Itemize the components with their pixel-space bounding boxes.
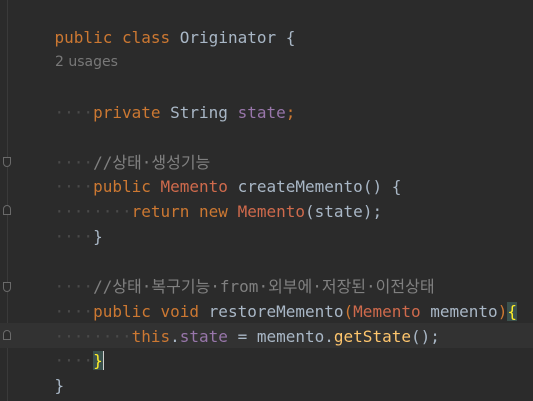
whitespace-dots: ···· bbox=[54, 103, 94, 122]
keyword-this: this bbox=[131, 327, 171, 346]
keyword-new: new bbox=[199, 202, 228, 221]
close-brace: } bbox=[54, 376, 65, 395]
class-name: Originator bbox=[179, 28, 277, 47]
call-args: (); bbox=[410, 327, 440, 346]
assignment: = memento. bbox=[227, 327, 334, 346]
field-state: state bbox=[237, 103, 286, 122]
keyword-return: return bbox=[131, 202, 190, 221]
method-call: getState bbox=[333, 327, 411, 346]
type-string: String bbox=[170, 103, 228, 122]
keyword-private: private bbox=[93, 103, 161, 122]
code-line-create-memento-signature[interactable]: ····public Memento createMemento() { bbox=[16, 149, 402, 196]
code-line-restore-memento-signature[interactable]: ····public void restoreMemento(Memento m… bbox=[16, 274, 517, 321]
code-line-close-brace-current[interactable]: ····} bbox=[16, 323, 104, 370]
text-caret bbox=[102, 351, 104, 370]
code-line-comment-create[interactable]: ····//상태·생성기능 bbox=[16, 125, 211, 172]
code-line-field[interactable]: ····private String state; bbox=[16, 75, 296, 122]
matched-open-brace: { bbox=[507, 302, 517, 321]
code-line-class-declaration[interactable]: public class Originator { bbox=[16, 0, 296, 47]
param-name: memento bbox=[430, 302, 498, 321]
usages-hint[interactable]: 2 usages bbox=[55, 50, 118, 75]
semicolon: ; bbox=[285, 103, 296, 122]
field-state: state bbox=[179, 327, 228, 346]
open-brace: { bbox=[285, 28, 296, 47]
close-paren: ) bbox=[497, 302, 508, 321]
code-editor[interactable]: public class Originator { 2 usages ····p… bbox=[0, 0, 533, 401]
close-brace: } bbox=[93, 227, 103, 246]
keyword-public: public bbox=[54, 28, 113, 47]
code-line-class-close[interactable]: } bbox=[16, 348, 65, 395]
constructor-type: Memento bbox=[237, 202, 306, 221]
matched-close-brace: } bbox=[93, 351, 103, 370]
keyword-class: class bbox=[121, 28, 171, 47]
code-line-assign-state[interactable]: ········this.state = memento.getState(); bbox=[16, 299, 440, 346]
fold-end-marker-icon[interactable] bbox=[3, 330, 11, 340]
fold-marker-icon[interactable] bbox=[3, 282, 11, 292]
code-line-return-statement[interactable]: ········return new Memento(state); bbox=[16, 174, 383, 221]
fold-marker-icon[interactable] bbox=[3, 157, 11, 167]
member-dot: . bbox=[170, 327, 180, 346]
code-line-comment-restore[interactable]: ····//상태·복구기능·from·외부에·저장된·이전상태 bbox=[16, 249, 435, 296]
constructor-args: (state); bbox=[305, 202, 383, 221]
whitespace-dots: ···· bbox=[54, 227, 94, 246]
code-line-close-brace[interactable]: ····} bbox=[16, 199, 103, 246]
fold-end-marker-icon[interactable] bbox=[3, 205, 11, 215]
